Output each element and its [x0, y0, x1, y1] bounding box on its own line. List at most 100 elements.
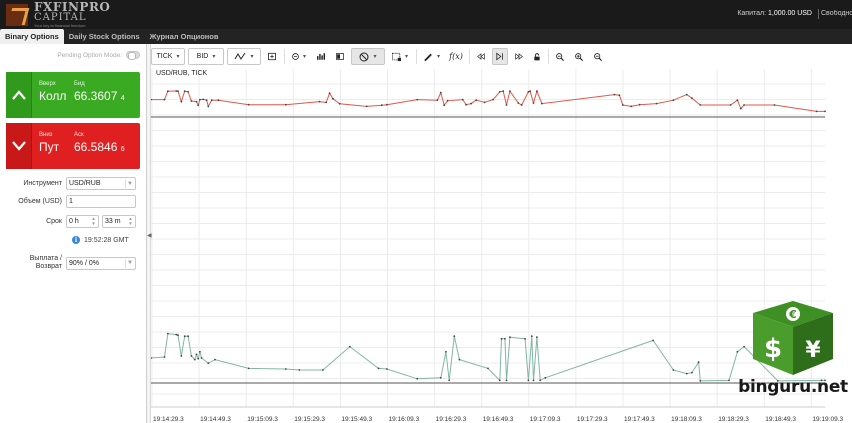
- drawing-tools-select[interactable]: ▾: [420, 48, 444, 65]
- rewind-icon: [477, 53, 485, 60]
- x-tick-label: 19:17:49.3: [624, 416, 655, 423]
- data-window-button[interactable]: [332, 48, 348, 65]
- tab-binary-options[interactable]: Binary Options: [0, 29, 64, 44]
- site-watermark: € $ ¥ binguru.net: [737, 299, 849, 409]
- brand-logo[interactable]: FXFINPRO CAPITAL Your key to financial f…: [6, 1, 126, 28]
- put-direction: Вниз: [39, 132, 53, 138]
- zoom-area-select[interactable]: ▾: [388, 48, 412, 65]
- term-minutes-stepper[interactable]: 33 m ▲ ▼: [102, 215, 136, 228]
- zoom-in-button[interactable]: [571, 48, 587, 65]
- series-point: [183, 90, 186, 93]
- tab-daily-stock-options[interactable]: Daily Stock Options: [64, 29, 145, 44]
- series-point: [187, 90, 189, 93]
- series-point: [439, 91, 442, 94]
- series-point: [461, 98, 464, 101]
- scroll-back-button[interactable]: [473, 48, 489, 65]
- series-point: [621, 104, 624, 106]
- series-point: [175, 90, 178, 92]
- x-tick-label: 19:16:09.3: [389, 416, 420, 423]
- bid-label: Бид: [74, 81, 85, 87]
- series-point: [332, 97, 334, 100]
- term-row: Срок 0 h ▲ ▼ 33 m ▲ ▼: [0, 215, 147, 228]
- lock-icon: [534, 52, 540, 60]
- series-point: [536, 336, 538, 339]
- series-point: [743, 104, 745, 106]
- series-point: [470, 102, 472, 105]
- trade-panel: Pending Option Mode: Вверх Колл Бид 66.3…: [0, 44, 147, 423]
- chart-type-select[interactable]: ▾: [227, 48, 261, 65]
- interval-select[interactable]: TICK ▾: [151, 48, 185, 65]
- series-point: [492, 98, 494, 101]
- series-point: [527, 90, 530, 93]
- toolbar-divider: [416, 49, 417, 64]
- series-point: [207, 362, 210, 365]
- stepper-arrows-icon[interactable]: ▲ ▼: [90, 216, 97, 226]
- price-type-select[interactable]: BID ▾: [188, 48, 224, 65]
- pending-option-mode: Pending Option Mode:: [57, 51, 140, 60]
- x-tick-label: 19:17:29.3: [577, 416, 608, 423]
- series-point: [195, 100, 198, 103]
- term-hours-stepper[interactable]: 0 h ▲ ▼: [66, 215, 99, 228]
- tab-bar: Binary Options Daily Stock Options Журна…: [0, 29, 852, 44]
- series-point: [815, 110, 818, 113]
- series-point: [207, 105, 210, 108]
- capital-label: Капитал:: [737, 10, 767, 17]
- skip-to-end-icon: [496, 52, 503, 61]
- series-point: [439, 376, 442, 379]
- chart-title: USD/RUB, TICK: [156, 70, 208, 77]
- series-point: [483, 101, 486, 104]
- series-point: [691, 371, 693, 374]
- series-point: [697, 361, 700, 364]
- zoom-out-button[interactable]: [552, 48, 568, 65]
- chevron-down-icon: ▾: [176, 54, 180, 60]
- payout-select[interactable]: 90% / 0% ▼: [66, 256, 136, 270]
- instrument-select[interactable]: USD/RUB ▼: [66, 177, 136, 190]
- indicators-button[interactable]: ▾: [288, 48, 310, 65]
- formula-button[interactable]: f(x): [447, 48, 465, 65]
- call-button[interactable]: Вверх Колл Бид 66.3607 4: [6, 72, 140, 118]
- series-point: [699, 380, 702, 382]
- scroll-to-end-button[interactable]: [492, 48, 508, 65]
- chevron-down-icon: ▾: [373, 54, 377, 60]
- toolbar-divider: [284, 49, 285, 64]
- zoom-reset-button[interactable]: [590, 48, 606, 65]
- series-point: [200, 357, 203, 359]
- add-window-button[interactable]: [264, 48, 280, 65]
- scroll-forward-button[interactable]: [511, 48, 527, 65]
- payout-row: Выплата / Возврат 90% / 0% ▼: [0, 253, 147, 273]
- put-button[interactable]: Вниз Пут Аск 66.5846 6: [6, 123, 140, 169]
- series-point: [544, 376, 547, 379]
- crosshair-select[interactable]: ▾: [351, 48, 385, 65]
- pending-option-toggle[interactable]: [126, 51, 140, 60]
- series-point: [652, 339, 654, 342]
- payout-label-line-1: Выплата /: [29, 255, 62, 263]
- toolbar-divider: [469, 49, 470, 64]
- series-point: [529, 90, 531, 93]
- bid-price-last-digit: 4: [120, 95, 125, 102]
- logo-subtitle: CAPITAL: [34, 12, 87, 23]
- stepper-arrows-icon[interactable]: ▲ ▼: [127, 216, 134, 226]
- series-point: [824, 110, 826, 113]
- term-label: Срок: [46, 217, 62, 225]
- series-point: [167, 332, 169, 335]
- series-point: [655, 102, 658, 105]
- series-point: [539, 379, 542, 382]
- capital-value: 1,000.00 USD: [768, 10, 812, 17]
- fast-forward-icon: [515, 53, 523, 60]
- volume-bars-button[interactable]: [313, 48, 329, 65]
- volume-input[interactable]: 1: [66, 195, 136, 208]
- call-direction: Вверх: [39, 81, 56, 87]
- series-point: [328, 92, 331, 95]
- term-minutes-value: 33 m: [105, 218, 121, 225]
- payout-label: Выплата / Возврат: [0, 255, 66, 270]
- series-point: [247, 367, 250, 370]
- tab-options-journal[interactable]: Журнал Опционов: [145, 29, 224, 44]
- series-point: [199, 350, 201, 353]
- chevron-down-icon: ▾: [250, 54, 254, 60]
- series-point: [180, 100, 183, 103]
- lock-button[interactable]: [530, 48, 544, 65]
- series-point: [163, 356, 166, 358]
- free-margin-link[interactable]: Свободно: [821, 10, 852, 17]
- series-point: [197, 357, 200, 360]
- pending-option-label: Pending Option Mode:: [57, 51, 122, 59]
